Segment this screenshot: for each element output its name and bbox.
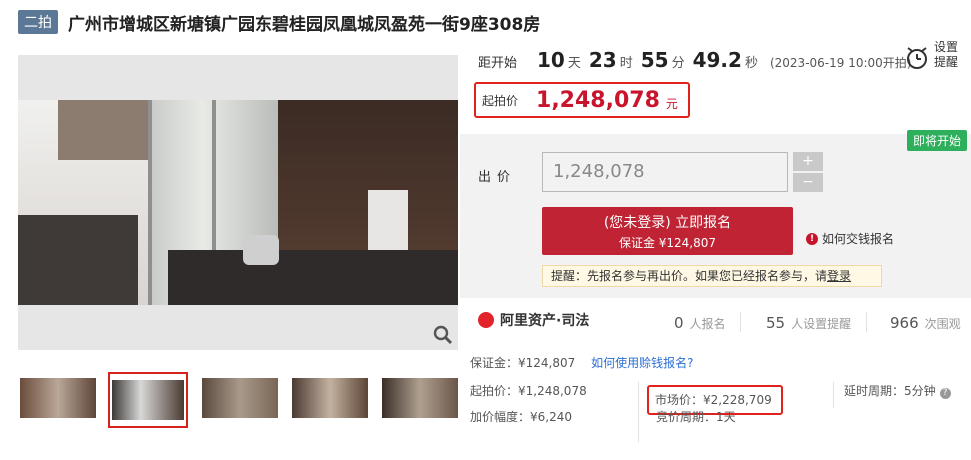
delay-cycle: 延时周期：5分钟? [844,382,951,399]
countdown: 距开始 10 天 23 时 55 分 49.2 秒 (2023-06-19 10:00开… [478,48,911,72]
countdown-days: 10 [537,48,565,72]
divider [740,312,741,332]
reminder-count: 55 人设置提醒 [766,314,851,332]
signup-deposit: 保证金 ¥124,807 [618,236,717,250]
brand: 阿里资产·司法 [478,310,589,330]
auction-panel: 距开始 10 天 23 时 55 分 49.2 秒 (2023-06-19 10:00开… [460,38,971,460]
status-badge: 即将开始 [906,130,967,151]
brand-name: 阿里资产·司法 [500,313,590,329]
property-photo [18,100,458,305]
start-price-unit: 元 [665,96,678,111]
thumbnail[interactable] [200,372,280,424]
alarm-clock-icon [907,47,927,69]
info-start-price: 起拍价：¥1,248,078 [470,384,587,398]
deposit-text: 保证金：¥124,807 [470,356,576,370]
bid-increment: 加价幅度：¥6,240 [470,410,572,424]
increase-button[interactable]: + [793,152,823,171]
tip-text: 提醒：先报名参与再出价。如果您已经报名参与，请 [551,269,828,283]
days-unit: 天 [567,56,581,71]
divider [638,382,639,442]
deposit-row: 保证金：¥124,807 如何使用赊钱报名? [470,354,693,371]
start-time: (2023-06-19 10:00开拍) [769,56,912,70]
view-count: 966 次围观 [890,314,961,332]
thumbnail[interactable] [18,372,98,424]
auction-round-tag: 二拍 [18,10,58,34]
title-bar: 二拍 广州市增城区新塘镇广园东碧桂园凤凰城凤盈苑一街9座308房 [18,10,541,35]
zoom-icon[interactable] [432,324,454,346]
hours-unit: 时 [619,56,633,71]
reminder-label: 设置提醒 [934,40,959,69]
start-price-label: 起拍价 [482,93,519,108]
reminder-count-label: 人设置提醒 [791,317,852,331]
signup-label: (您未登录) 立即报名 [603,215,732,231]
signup-tip: 提醒：先报名参与再出价。如果您已经报名参与，请登录 [542,265,882,287]
signup-count-label: 人报名 [689,317,726,331]
divider [866,312,867,332]
bid-stepper: + − [793,152,823,192]
countdown-seconds: 49.2 [692,48,742,72]
credit-signup-link[interactable]: 如何使用赊钱报名? [591,356,693,370]
thumbnail[interactable] [380,372,460,424]
thumbnail-selected[interactable] [108,372,188,428]
signup-count-number: 0 [674,314,684,332]
bid-cycle: 竞价周期：1天 [656,410,736,424]
countdown-label: 距开始 [478,56,518,71]
signup-count: 0 人报名 [674,314,726,332]
view-count-number: 966 [890,314,919,332]
set-reminder-button[interactable]: 设置提醒 [902,40,962,80]
how-to-pay-label: 如何交钱报名 [822,232,895,246]
countdown-hours: 23 [588,48,617,72]
page-title: 广州市增城区新塘镇广园东碧桂园凤凰城凤盈苑一街9座308房 [68,14,541,35]
view-count-label: 次围观 [924,317,961,331]
ali-assets-logo-icon [478,312,494,328]
seconds-unit: 秒 [744,56,758,71]
thumbnail[interactable] [290,372,370,424]
decrease-button[interactable]: − [793,173,823,192]
help-icon[interactable]: ? [939,388,951,399]
countdown-minutes: 55 [640,48,669,72]
info-icon: ! [806,232,818,245]
minutes-unit: 分 [671,56,685,71]
stats-bar: 阿里资产·司法 0 人报名 55 人设置提醒 966 次围观 [460,300,971,344]
how-to-pay-link[interactable]: ! 如何交钱报名 [806,230,894,247]
delay-cycle-text: 延时周期：5分钟 [844,384,936,398]
bid-input[interactable]: 1,248,078 [542,152,788,192]
divider [833,382,834,408]
bid-panel: 即将开始 出价 1,248,078 + − (您未登录) 立即报名 保证金 ¥1… [460,130,971,298]
signup-button[interactable]: (您未登录) 立即报名 保证金 ¥124,807 [542,207,793,255]
main-image[interactable] [18,55,458,350]
start-price: 起拍价 1,248,078 元 [474,82,690,118]
bid-label: 出价 [478,170,517,185]
login-link[interactable]: 登录 [827,269,851,283]
start-price-value: 1,248,078 [536,87,660,113]
market-price-value: 市场价：¥2,228,709 [655,393,772,407]
reminder-count-number: 55 [766,314,786,332]
